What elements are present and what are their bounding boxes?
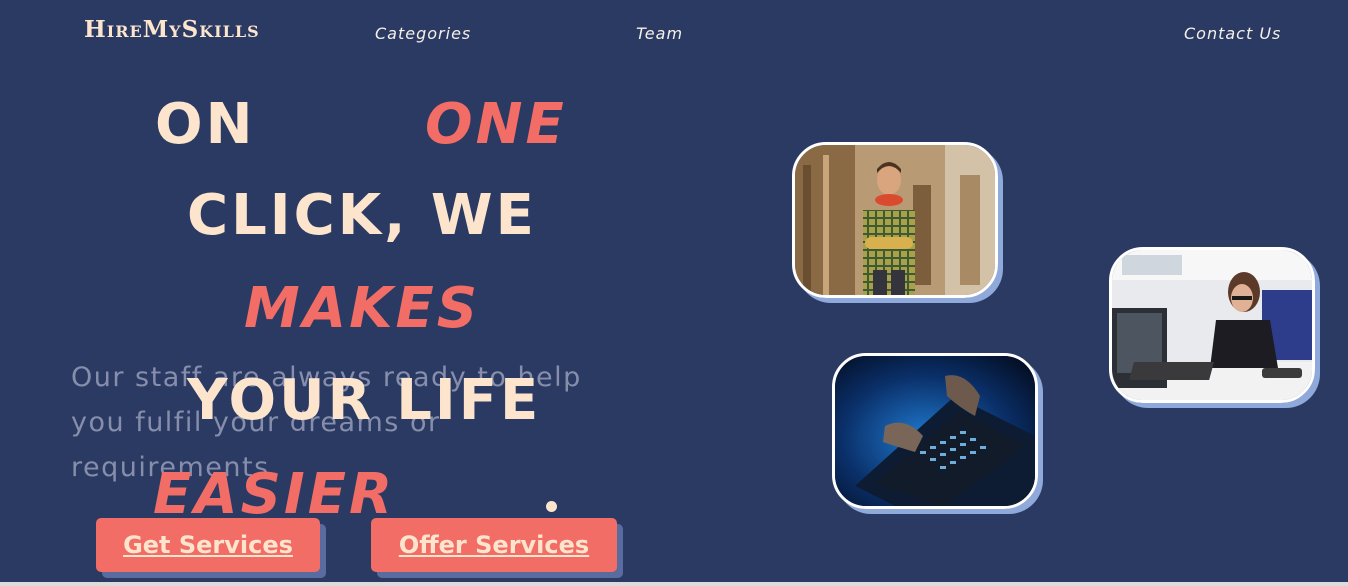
hero-word-one: ONE [425,92,567,157]
nav-link-categories[interactable]: Categories [375,24,471,43]
hero-word-click-we: CLICK, WE [187,183,537,248]
hero-word-easier: EASIER [153,462,396,527]
nav-link-contact-us[interactable]: Contact Us [1184,24,1281,43]
nav-link-team[interactable]: Team [636,24,683,43]
carpenter-photo [792,142,998,298]
offer-services-button[interactable]: Offer Services [371,518,617,572]
office-worker-photo [1109,247,1315,403]
laptop-typing-photo [832,353,1038,509]
hero-dot [546,501,557,512]
hero-word-makes: MAKES [244,276,481,341]
get-services-button[interactable]: Get Services [96,518,320,572]
site-logo-text: HireMySkills [84,16,260,43]
site-logo[interactable]: HireMySkills [84,16,260,43]
page-bottom-divider [0,582,1348,586]
hero-word-your-life: YOUR LIFE [187,368,542,433]
hero-word-on: ON [155,92,256,157]
